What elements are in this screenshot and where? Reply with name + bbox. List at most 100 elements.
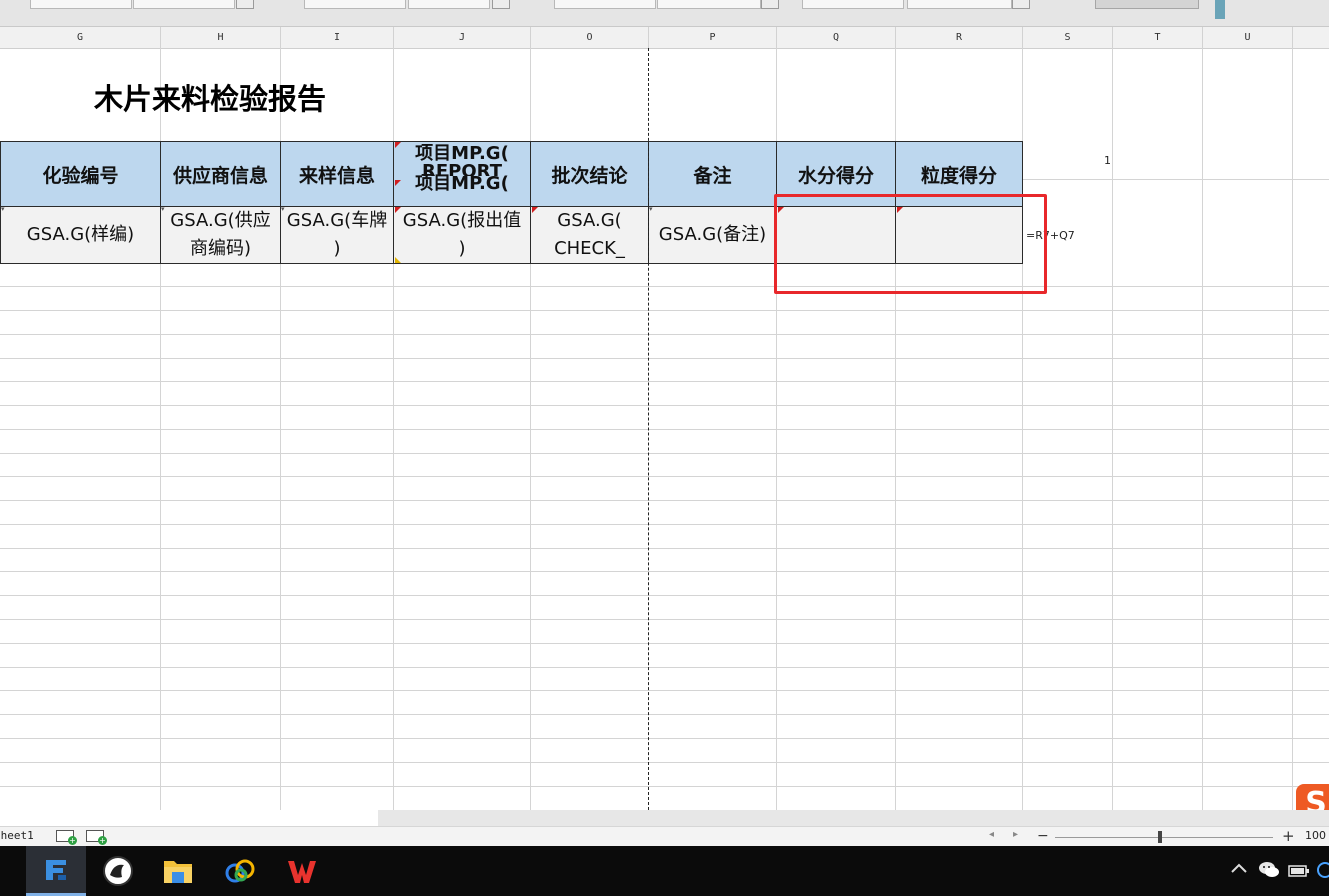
grid-line: [0, 643, 1329, 644]
filter-field-1[interactable]: [30, 0, 132, 9]
scroll-right-icon[interactable]: ▸: [1013, 829, 1018, 840]
filter-field-4[interactable]: [408, 0, 490, 9]
calendar-icon[interactable]: [492, 0, 510, 9]
windows-taskbar: [0, 846, 1329, 896]
battery-icon[interactable]: [1288, 863, 1310, 882]
comment-indicator-icon[interactable]: [395, 207, 401, 213]
comment-indicator-icon[interactable]: [532, 207, 538, 213]
grid-line: [0, 500, 1329, 501]
grid-line: [0, 405, 1329, 406]
grid-line: [0, 667, 1329, 668]
fill-handle-icon: ▾: [649, 205, 653, 213]
highlight-annotation-box: [774, 194, 1047, 294]
grid-line: [0, 571, 1329, 572]
horizontal-scrollbar[interactable]: [378, 810, 1329, 826]
grid-line: [0, 786, 1329, 787]
filter-field-3[interactable]: [304, 0, 406, 9]
grid-line: [0, 714, 1329, 715]
grid-line: [0, 595, 1329, 596]
data-cell-sample[interactable]: GSA.G(车牌 ): [280, 206, 394, 264]
query-button[interactable]: [1095, 0, 1199, 9]
column-header[interactable]: G: [0, 27, 161, 48]
cell-line: GSA.G(供应: [170, 210, 271, 231]
calendar-icon[interactable]: [1012, 0, 1030, 9]
filter-field-5[interactable]: [554, 0, 656, 9]
grid-line: [0, 619, 1329, 620]
file-explorer-icon[interactable]: [148, 846, 208, 896]
scroll-left-icon[interactable]: ◂: [989, 829, 994, 840]
fill-handle-icon: ▾: [281, 205, 285, 213]
grid-line: [0, 690, 1329, 691]
error-indicator-icon[interactable]: [395, 257, 401, 263]
data-cell-batch-result[interactable]: GSA.G( CHECK_: [530, 206, 649, 264]
cell-line: GSA.G(: [557, 210, 622, 231]
dropdown-icon[interactable]: [761, 0, 779, 9]
cell-value-s[interactable]: 1: [1104, 154, 1111, 167]
data-cell-remark[interactable]: GSA.G(备注): [648, 206, 777, 264]
filter-toolbar: [0, 0, 1329, 27]
zoom-slider-thumb[interactable]: [1158, 831, 1162, 843]
sheet-tab[interactable]: Sheet1: [0, 829, 34, 842]
browser-app-icon[interactable]: [88, 846, 148, 896]
cell-line: GSA.G(报出值: [402, 210, 522, 231]
column-header[interactable]: U: [1203, 27, 1293, 48]
wps-office-icon[interactable]: [272, 846, 332, 896]
edge-app-icon[interactable]: [0, 846, 8, 896]
grid-line: [0, 429, 1329, 430]
cell-line: GSA.G(车牌: [286, 210, 388, 231]
data-cell-supplier[interactable]: GSA.G(供应 商编码): [160, 206, 281, 264]
column-header[interactable]: T: [1113, 27, 1203, 48]
zoom-slider-track[interactable]: [1055, 837, 1273, 838]
data-cell-project[interactable]: GSA.G(报出值 ): [393, 206, 531, 264]
chat-icon[interactable]: [1316, 861, 1329, 883]
column-header[interactable]: P: [649, 27, 777, 48]
sheet-status-bar: Sheet1 + + ◂ ▸ − + 100: [0, 826, 1329, 847]
header-cell-remark[interactable]: 备注: [648, 141, 777, 207]
header-cell-lab-id[interactable]: 化验编号: [0, 141, 161, 207]
toolbar-accent: [1215, 0, 1225, 19]
chevron-up-icon[interactable]: [1230, 860, 1248, 879]
filter-field-2[interactable]: [133, 0, 235, 9]
filter-field-6[interactable]: [657, 0, 761, 9]
column-header[interactable]: J: [394, 27, 531, 48]
header-project-line1: 项目MP.G(: [415, 143, 509, 164]
column-header[interactable]: I: [281, 27, 394, 48]
page-break-line: [648, 48, 649, 810]
column-header[interactable]: H: [161, 27, 281, 48]
header-cell-supplier[interactable]: 供应商信息: [160, 141, 281, 207]
fill-handle-icon: ▾: [161, 205, 165, 213]
calendar-icon[interactable]: [236, 0, 254, 9]
grid-line: [0, 738, 1329, 739]
column-header[interactable]: R: [896, 27, 1023, 48]
data-cell-lab-id[interactable]: GSA.G(样编): [0, 206, 161, 264]
cell-line: CHECK_: [554, 238, 625, 259]
filter-field-8[interactable]: [907, 0, 1012, 9]
grid-line: [0, 286, 1329, 287]
add-chart-icon[interactable]: +: [56, 830, 77, 845]
column-header[interactable]: Q: [777, 27, 896, 48]
header-cell-project[interactable]: 项目MP.G( REPORT 项目MP.G(: [393, 141, 531, 207]
zoom-in-button[interactable]: +: [1282, 827, 1295, 845]
wechat-icon[interactable]: [1258, 860, 1280, 884]
cell-line: 商编码): [189, 238, 252, 259]
filter-field-7[interactable]: [802, 0, 904, 9]
header-cell-sample[interactable]: 来样信息: [280, 141, 394, 207]
grid-line: [0, 453, 1329, 454]
comment-indicator-icon[interactable]: [395, 142, 401, 148]
comment-indicator-icon[interactable]: [395, 180, 401, 186]
header-cell-batch-result[interactable]: 批次结论: [530, 141, 649, 207]
grid-line: [0, 762, 1329, 763]
report-title[interactable]: 木片来料检验报告: [94, 76, 326, 118]
grid-line: [0, 381, 1329, 382]
zoom-out-button[interactable]: −: [1037, 828, 1049, 844]
header-project-line3: 项目MP.G(: [415, 173, 509, 194]
cell-line: ): [333, 238, 341, 259]
baidu-netdisk-icon[interactable]: [210, 846, 270, 896]
zoom-level[interactable]: 100: [1305, 829, 1326, 842]
grid-line: [0, 476, 1329, 477]
add-sheet-icon[interactable]: +: [86, 830, 107, 845]
ftp-app-icon[interactable]: [26, 846, 86, 896]
column-header[interactable]: O: [531, 27, 649, 48]
grid-line: [0, 310, 1329, 311]
column-header[interactable]: S: [1023, 27, 1113, 48]
